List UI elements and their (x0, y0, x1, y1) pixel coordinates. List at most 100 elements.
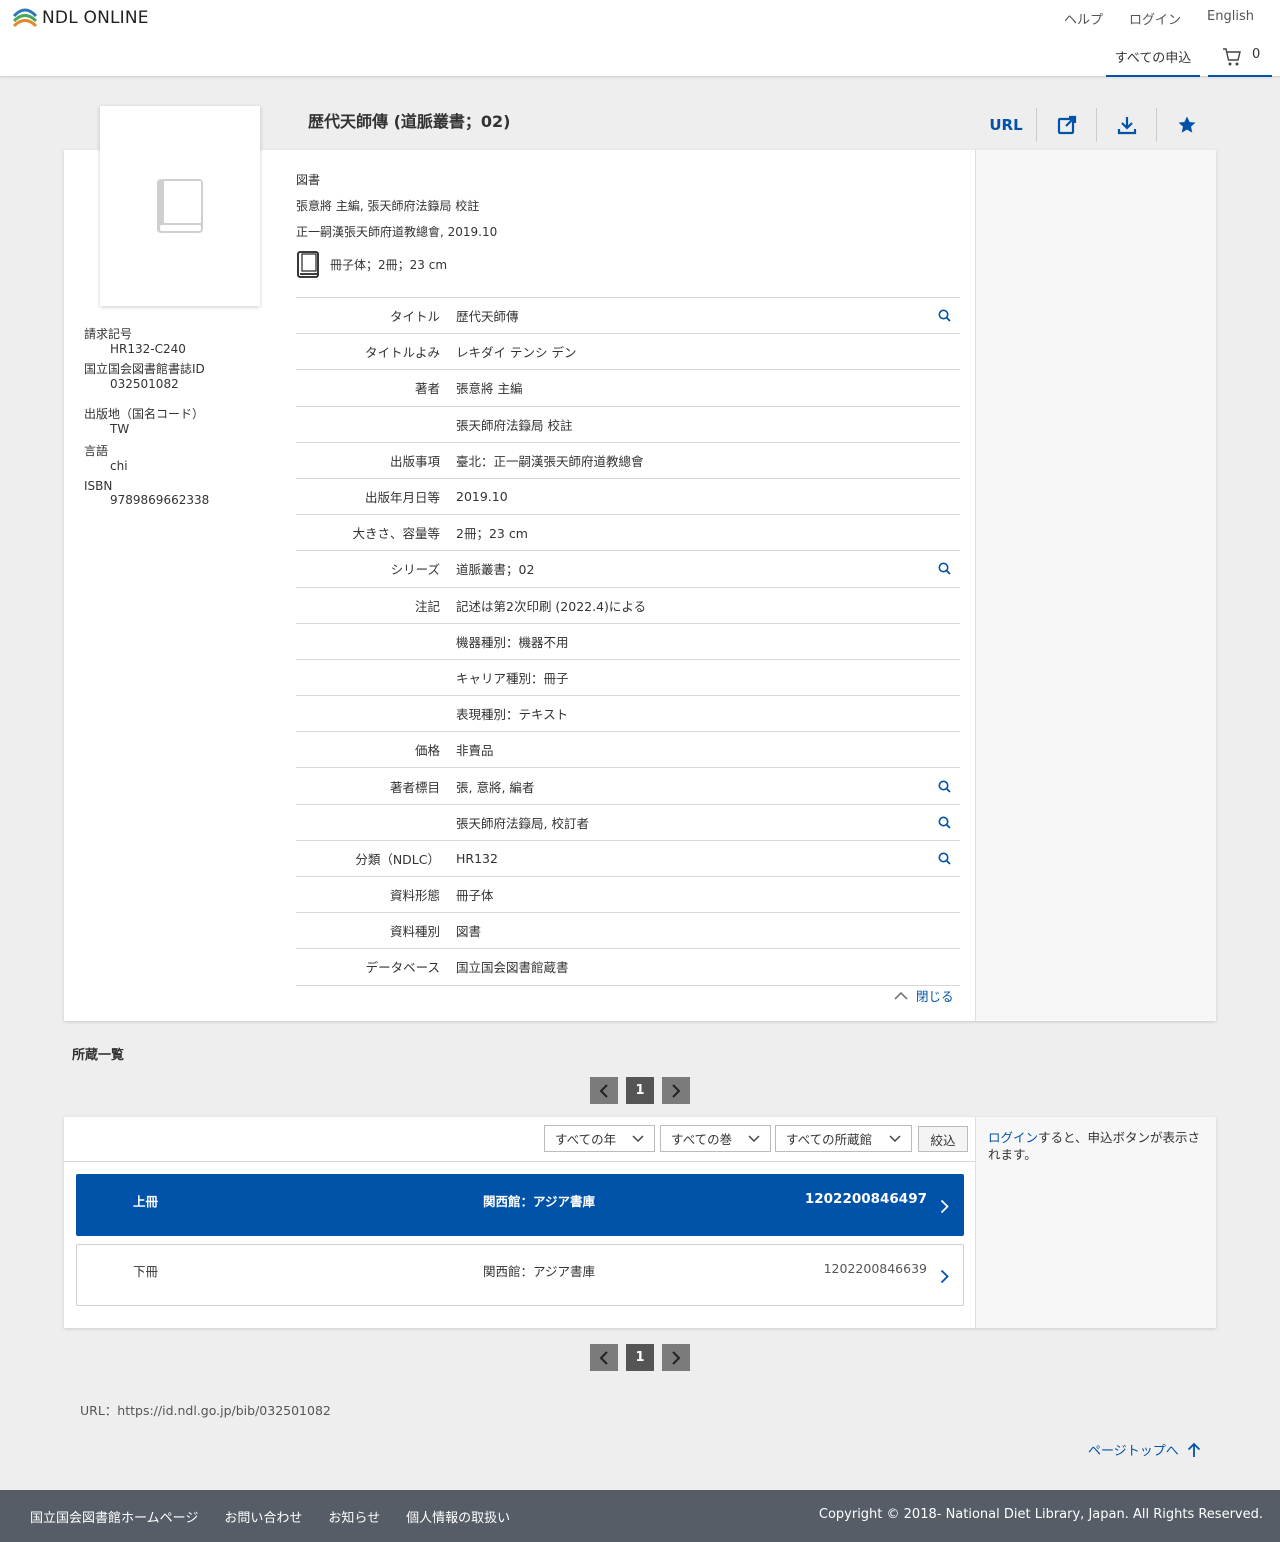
detail-label: シリーズ (390, 562, 440, 578)
detail-value: 歴代天師傳 (456, 309, 519, 325)
search-icon[interactable] (928, 816, 960, 829)
detail-row: 注記 記述は第2次印刷 (2022.4)による (296, 588, 960, 624)
footer-links: 国立国会図書館ホームページ お問い合わせ お知らせ 個人情報の取扱い (30, 1507, 510, 1526)
holding-location: 関西館：アジア書庫 (483, 1264, 596, 1279)
detail-row: 資料形態 冊子体 (296, 877, 960, 914)
detail-label: 著者標目 (389, 779, 440, 795)
external-link-button[interactable] (1036, 108, 1096, 142)
footer-link-news[interactable]: お知らせ (328, 1507, 380, 1526)
detail-row: タイトル 歴代天師傳 (296, 298, 960, 335)
chevron-up-icon (894, 991, 908, 1000)
detail-label: 出版年月日等 (364, 490, 440, 506)
country: TW (110, 422, 130, 436)
detail-row: キャリア種別：冊子 (296, 660, 960, 697)
ndl-logo-icon (12, 8, 38, 28)
detail-row: シリーズ 道脈叢書；02 (296, 551, 960, 588)
chevron-down-icon (632, 1134, 644, 1142)
detail-value: 機器種別：機器不用 (456, 634, 569, 650)
page-number-button[interactable]: 1 (626, 1077, 654, 1104)
country-label: 出版地（国名コード） (84, 407, 205, 421)
book-icon (157, 179, 203, 233)
detail-value: 冊子体 (456, 888, 494, 904)
next-page-button[interactable] (662, 1344, 690, 1371)
bookmark-button[interactable] (1156, 108, 1216, 142)
detail-label: 資料形態 (389, 888, 440, 904)
holding-volume: 上冊 (133, 1194, 159, 1209)
year-select-value: すべての年 (555, 1132, 617, 1147)
detail-value: 張, 意將, 編者 (456, 779, 535, 795)
holding-code: 1202200846639 (823, 1261, 927, 1276)
volume-select[interactable]: すべての巻 (660, 1125, 771, 1152)
chevron-right-icon (940, 1199, 949, 1217)
detail-value: レキダイ テンシ デン (456, 345, 577, 361)
library-select[interactable]: すべての所蔵館 (775, 1125, 912, 1152)
detail-row: データベース 国立国会図書館蔵書 (296, 949, 960, 986)
download-button[interactable] (1096, 108, 1156, 142)
ndl-id-label: 国立国会図書館書誌ID (84, 362, 205, 376)
isbn: 9789869662338 (110, 493, 210, 507)
site-logo[interactable]: NDL ONLINE (12, 6, 149, 30)
book-cover (100, 106, 260, 306)
detail-row: 張天師府法籙局 校註 (296, 407, 960, 443)
next-page-button[interactable] (662, 1077, 690, 1104)
side-metadata: 請求記号 HR132-C240 国立国会図書館書誌ID 032501082 出版… (84, 325, 274, 511)
logo-text: NDL ONLINE (42, 8, 149, 28)
library-select-value: すべての所蔵館 (786, 1132, 873, 1147)
call-number: HR132-C240 (110, 342, 186, 356)
search-icon[interactable] (928, 780, 960, 793)
detail-value: 2019.10 (456, 489, 508, 505)
page-top-link[interactable]: ページトップへ (1088, 1440, 1201, 1459)
help-link[interactable]: ヘルプ (1064, 9, 1103, 28)
page-number-button[interactable]: 1 (626, 1344, 654, 1371)
chevron-right-icon (940, 1269, 949, 1287)
record-title: 歴代天師傳 (道脈叢書；02) (308, 112, 511, 131)
detail-value: HR132 (456, 850, 498, 866)
holding-location: 関西館：アジア書庫 (483, 1194, 596, 1209)
publication: 正一嗣漢張天師府道教總會, 2019.10 (296, 225, 498, 239)
record-summary: 図書 張意將 主編, 張天師府法籙局 校註 正一嗣漢張天師府道教總會, 2019… (296, 167, 497, 279)
login-link[interactable]: ログイン (1129, 9, 1181, 28)
footer-link-privacy[interactable]: 個人情報の取扱い (406, 1507, 510, 1526)
detail-row: 出版事項 臺北：正一嗣漢張天師府道教總會 (296, 443, 960, 479)
arrow-up-icon (1187, 1442, 1200, 1457)
detail-row: 分類（NDLC） HR132 (296, 841, 960, 877)
search-icon[interactable] (928, 309, 960, 322)
year-select[interactable]: すべての年 (544, 1125, 655, 1152)
holdings-title: 所蔵一覧 (72, 1048, 125, 1063)
chevron-left-icon (599, 1083, 608, 1098)
detail-table: タイトル 歴代天師傳 タイトルよみ レキダイ テンシ デン 著者 張意將 主編 張天師府法籙… (296, 297, 960, 986)
detail-label: 資料種別 (389, 924, 440, 940)
record-side-panel (975, 150, 1216, 1021)
detail-label: 大きさ、容量等 (352, 526, 440, 542)
holding-item[interactable]: 下冊 関西館：アジア書庫 1202200846639 (76, 1244, 964, 1306)
footer-link-contact[interactable]: お問い合わせ (224, 1507, 302, 1526)
search-icon[interactable] (928, 562, 960, 576)
isbn-label: ISBN (84, 479, 113, 493)
detail-label: 著者 (414, 381, 440, 397)
external-link-icon (1057, 115, 1076, 135)
permalink-text: URL：https://id.ndl.go.jp/bib/032501082 (80, 1403, 331, 1418)
url-label: URL (989, 116, 1023, 134)
cart-link[interactable]: 0 (1208, 38, 1272, 77)
detail-label: タイトル (389, 309, 440, 325)
detail-row: 表現種別：テキスト (296, 696, 960, 733)
english-link[interactable]: English (1207, 9, 1254, 28)
all-applications-link[interactable]: すべての申込 (1106, 38, 1200, 77)
prev-page-button[interactable] (590, 1344, 618, 1371)
close-details-link[interactable]: 閉じる (894, 986, 954, 1005)
cart-count: 0 (1252, 47, 1261, 62)
holdings-login-link[interactable]: ログイン (988, 1130, 1038, 1145)
detail-row: 価格 非賣品 (296, 732, 960, 769)
header-sub-links: すべての申込 0 (1098, 38, 1272, 77)
filter-button[interactable]: 絞込 (918, 1126, 968, 1152)
detail-label: タイトルよみ (364, 345, 440, 361)
url-button[interactable]: URL (976, 108, 1036, 142)
search-icon[interactable] (928, 852, 960, 865)
booklet-icon (297, 251, 319, 278)
chevron-down-icon (748, 1134, 760, 1142)
prev-page-button[interactable] (590, 1077, 618, 1104)
detail-value: 図書 (456, 924, 482, 940)
download-icon (1117, 117, 1136, 135)
holding-item[interactable]: 上冊 関西館：アジア書庫 1202200846497 (76, 1174, 964, 1236)
footer-link-ndl-home[interactable]: 国立国会図書館ホームページ (30, 1507, 198, 1526)
